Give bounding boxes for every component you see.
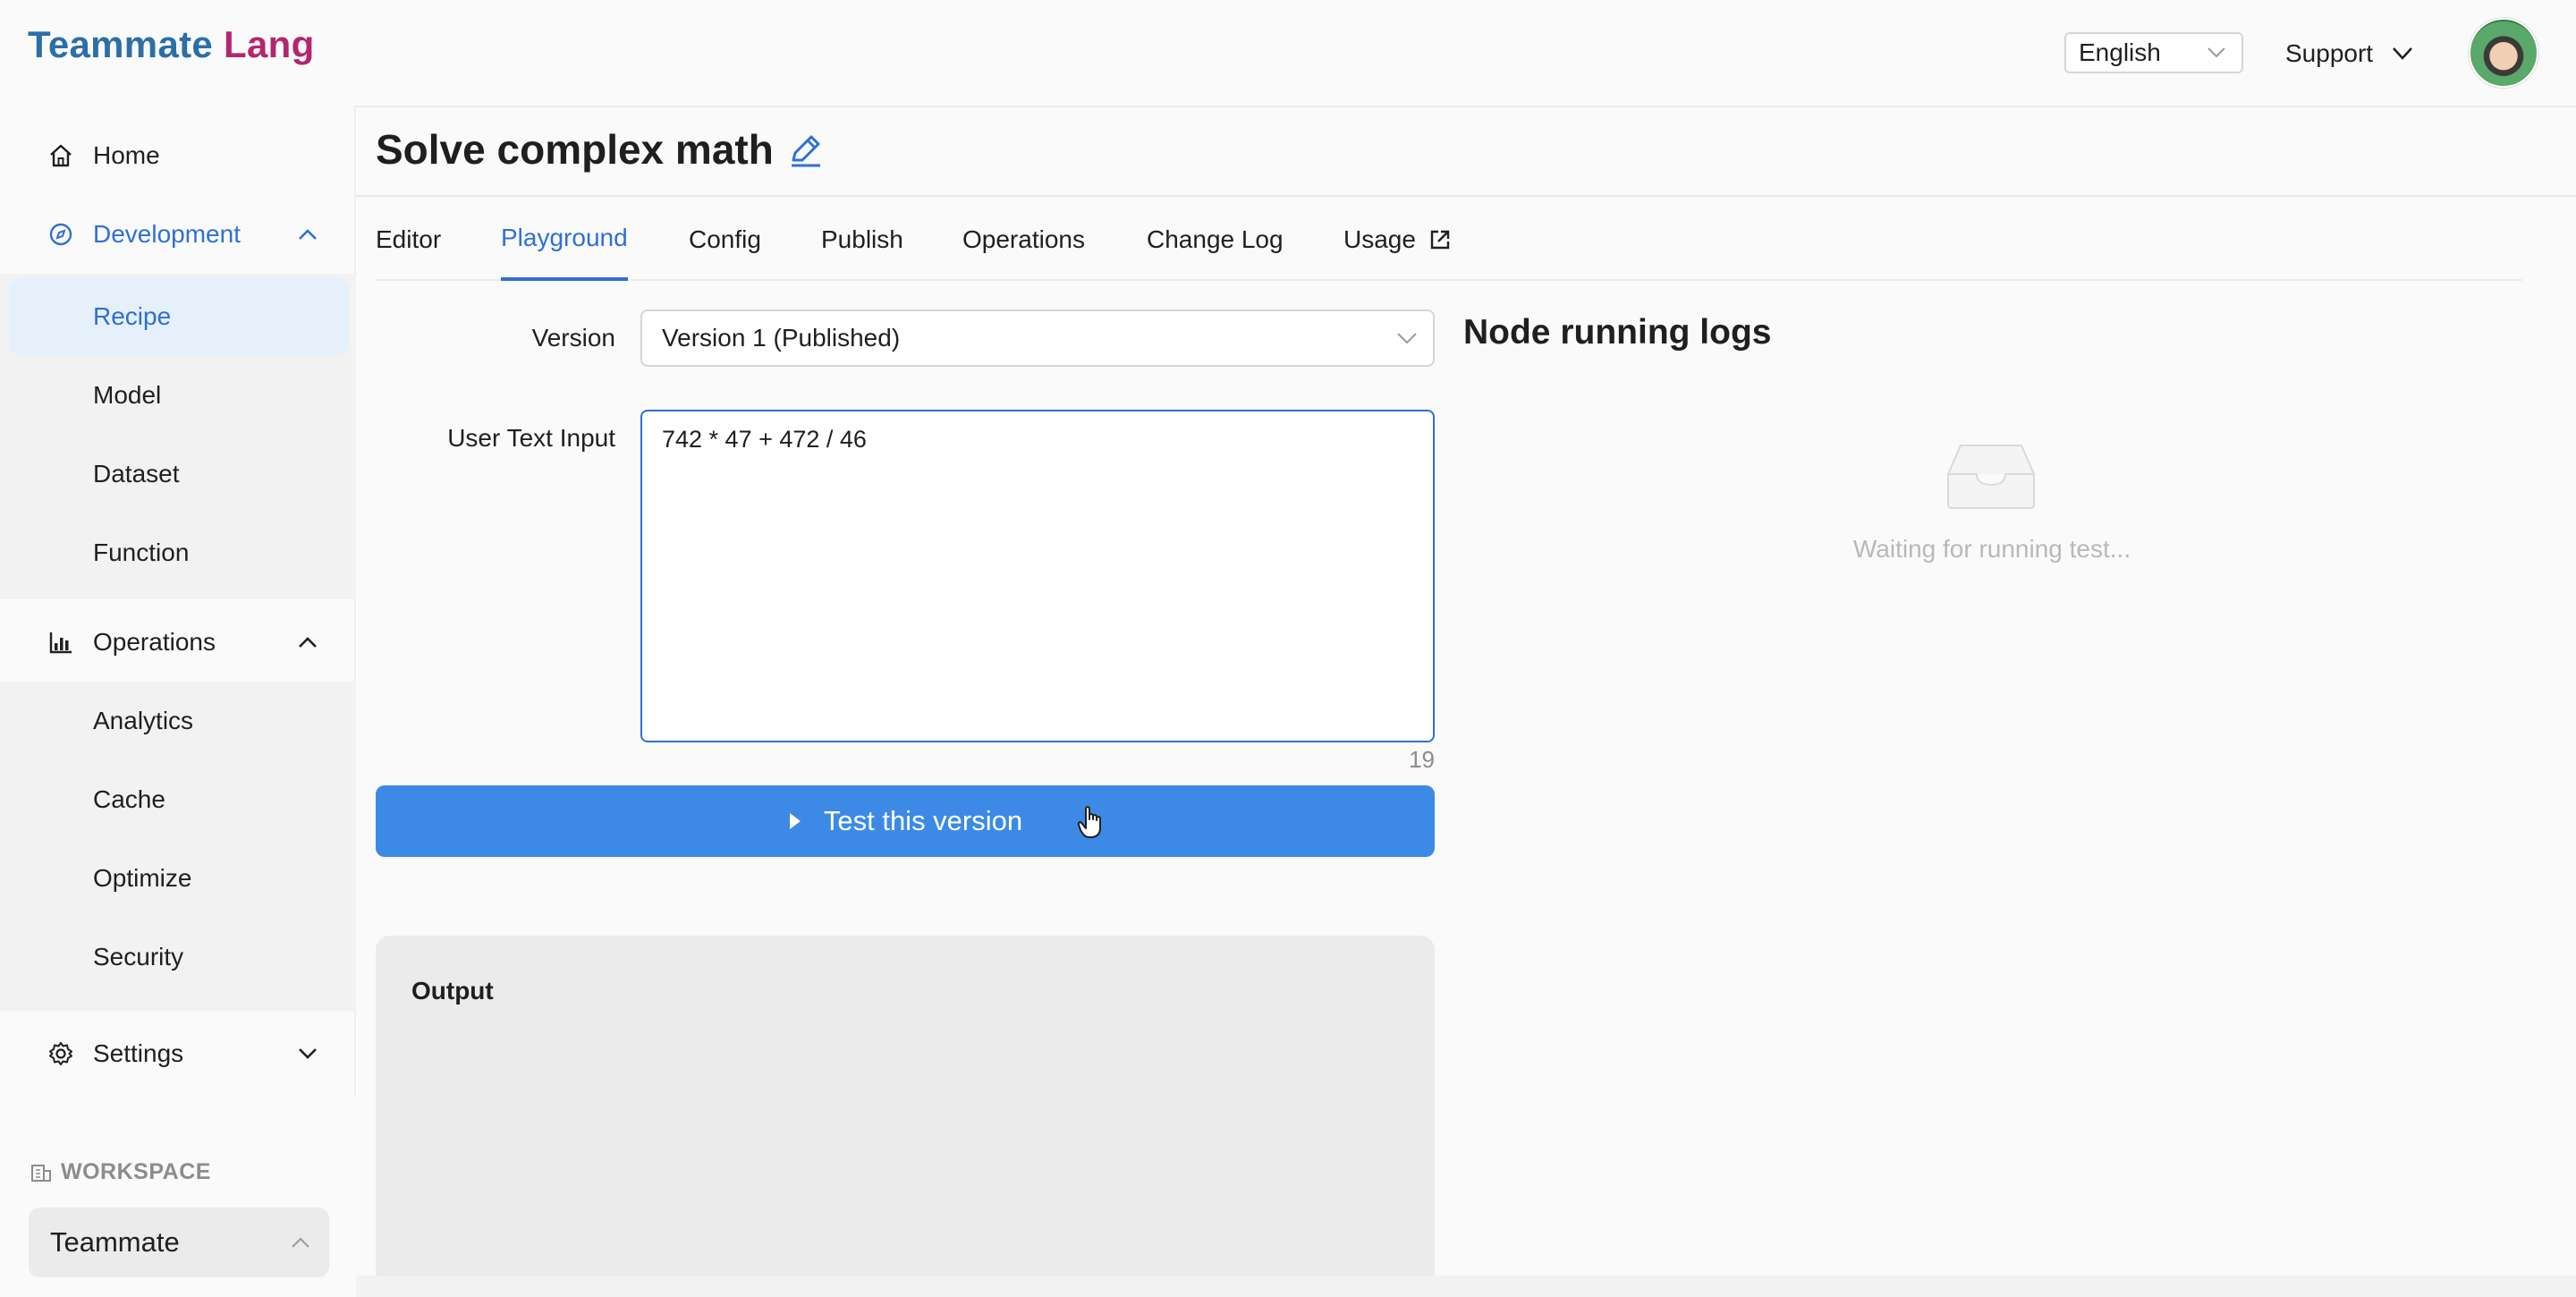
test-version-button-label: Test this version <box>823 805 1023 836</box>
page-title: Solve complex math <box>376 125 826 174</box>
tab-bar: Editor Playground Config Publish Operati… <box>376 199 2522 281</box>
user-text-input[interactable]: 742 * 47 + 472 / 46 <box>640 410 1435 742</box>
sidebar-item-security[interactable]: Security <box>0 918 356 996</box>
sidebar-item-dataset[interactable]: Dataset <box>0 435 356 513</box>
empty-inbox-icon <box>1947 445 2035 509</box>
sidebar-item-recipe[interactable]: Recipe <box>9 277 349 356</box>
chevron-down-icon <box>2393 47 2413 60</box>
tab-config[interactable]: Config <box>689 199 761 281</box>
sidebar-item-home[interactable]: Home <box>0 116 356 195</box>
brand-logo-part2: Lang <box>224 23 315 65</box>
node-running-logs-title: Node running logs <box>1463 313 1772 352</box>
tab-label: Change Log <box>1147 225 1284 253</box>
compass-icon <box>47 220 75 249</box>
bottom-edge <box>356 1276 2576 1297</box>
sidebar-item-operations[interactable]: Operations <box>0 603 356 682</box>
sidebar-item-development[interactable]: Development <box>0 195 356 274</box>
play-icon <box>789 813 801 829</box>
sidebar-item-optimize[interactable]: Optimize <box>0 839 356 918</box>
chevron-down-icon <box>2207 47 2225 58</box>
tab-playground[interactable]: Playground <box>501 199 628 281</box>
chevron-up-icon <box>295 630 320 655</box>
support-menu[interactable]: Support <box>2285 34 2413 73</box>
sidebar-item-function[interactable]: Function <box>0 513 356 592</box>
logs-empty-text: Waiting for running test... <box>1852 535 2131 563</box>
hand-pointer-icon <box>1077 806 1101 838</box>
sidebar-item-label: Recipe <box>93 302 172 330</box>
chart-icon <box>47 628 75 657</box>
version-label: Version <box>531 324 615 352</box>
sidebar-item-settings[interactable]: Settings <box>0 1014 356 1093</box>
workspace-label-text: WORKSPACE <box>61 1159 211 1184</box>
home-icon <box>47 141 75 170</box>
chevron-up-icon <box>292 1237 309 1248</box>
workspace-select-value: Teammate <box>50 1226 180 1258</box>
sidebar-item-label: Settings <box>93 1039 184 1067</box>
edit-icon[interactable] <box>786 130 826 169</box>
workspace-label: WORKSPACE <box>30 1159 211 1185</box>
page-title-text: Solve complex math <box>376 126 774 173</box>
chevron-down-icon <box>1397 332 1417 343</box>
sidebar-item-label: Security <box>93 943 184 971</box>
support-label: Support <box>2285 39 2374 67</box>
output-title: Output <box>411 977 494 1005</box>
chevron-down-icon <box>295 1041 320 1066</box>
tab-operations[interactable]: Operations <box>962 199 1085 281</box>
development-submenu: Recipe Model Dataset Function <box>0 274 356 599</box>
gear-icon <box>47 1039 75 1068</box>
tab-change-log[interactable]: Change Log <box>1147 199 1284 281</box>
test-version-button[interactable]: Test this version <box>376 785 1435 857</box>
tab-label: Config <box>689 225 761 253</box>
external-link-icon <box>1430 230 1450 250</box>
tab-label: Usage <box>1343 225 1416 253</box>
sidebar-item-label: Model <box>93 381 162 409</box>
building-icon <box>31 1164 51 1182</box>
language-select-value: English <box>2079 38 2161 66</box>
workspace-select[interactable]: Teammate <box>29 1208 329 1277</box>
sidebar-item-label: Operations <box>93 628 216 656</box>
sidebar-item-analytics[interactable]: Analytics <box>0 682 356 760</box>
sidebar-item-label: Dataset <box>93 460 180 487</box>
chevron-up-icon <box>295 222 320 247</box>
tab-label: Playground <box>501 224 628 251</box>
sidebar-item-label: Optimize <box>93 864 192 892</box>
tab-label: Publish <box>821 225 903 253</box>
sidebar-item-model[interactable]: Model <box>0 356 356 435</box>
sidebar-item-label: Analytics <box>93 707 194 734</box>
sidebar-item-label: Cache <box>93 785 165 813</box>
tab-usage[interactable]: Usage <box>1343 199 1452 281</box>
tab-label: Editor <box>376 225 442 253</box>
user-text-input-label: User Text Input <box>447 424 615 452</box>
brand-logo-part1: Teammate <box>28 23 214 65</box>
char-count: 19 <box>1409 746 1435 773</box>
tab-label: Operations <box>962 225 1085 253</box>
sidebar-item-label: Development <box>93 220 241 248</box>
tab-publish[interactable]: Publish <box>821 199 903 281</box>
brand-logo[interactable]: Teammate Lang <box>28 21 315 68</box>
sidebar-item-label: Home <box>93 141 160 169</box>
sidebar-item-cache[interactable]: Cache <box>0 760 356 839</box>
sidebar: Home Development Recipe Model Dataset Fu… <box>0 106 356 1097</box>
page-header: Solve complex math <box>356 107 2576 197</box>
sidebar-item-label: Function <box>93 538 190 566</box>
language-select[interactable]: English <box>2064 32 2243 73</box>
operations-submenu: Analytics Cache Optimize Security <box>0 682 356 1011</box>
user-avatar[interactable] <box>2469 18 2538 88</box>
version-select-value: Version 1 (Published) <box>662 324 901 352</box>
tab-editor[interactable]: Editor <box>376 199 441 281</box>
version-select[interactable]: Version 1 (Published) <box>640 309 1435 367</box>
output-panel: Output <box>376 936 1435 1276</box>
